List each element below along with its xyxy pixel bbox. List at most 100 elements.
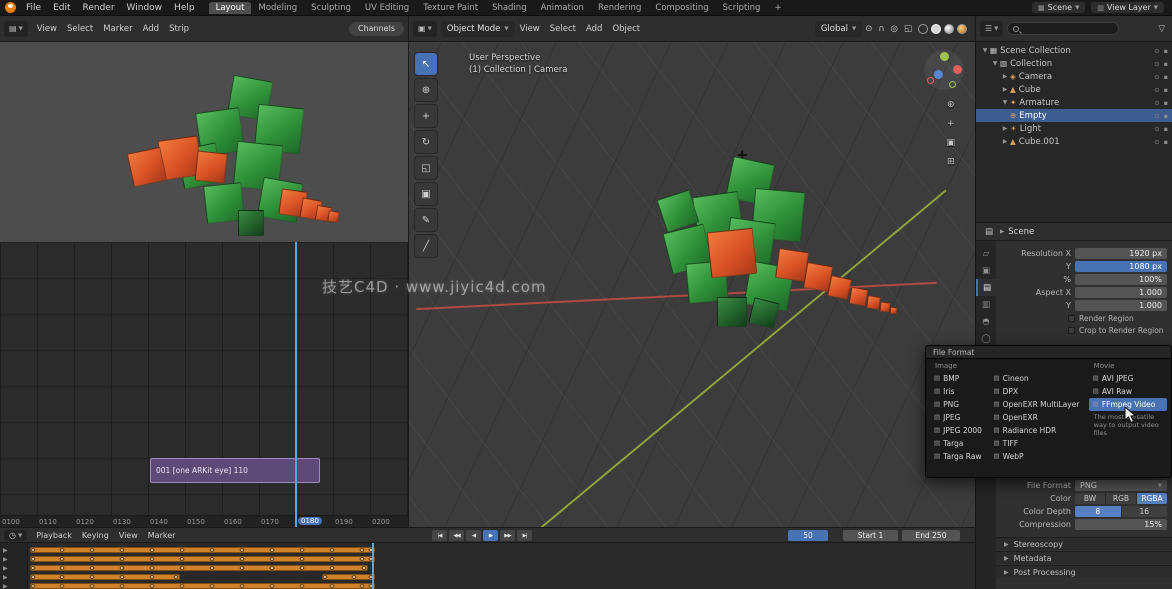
filter-icon[interactable]: ▽ bbox=[1155, 24, 1168, 34]
xray-icon[interactable]: ◱ bbox=[901, 24, 915, 34]
hide-in-viewport-icon[interactable]: ⊙ bbox=[1154, 73, 1159, 81]
keyframe-bar[interactable] bbox=[322, 574, 375, 580]
menu-edit[interactable]: Edit bbox=[47, 0, 76, 16]
disable-in-render-icon[interactable]: ▪ bbox=[1164, 99, 1168, 107]
properties-tab-view-layer[interactable]: ▥ bbox=[976, 296, 996, 313]
view-layer-selector[interactable]: ▥ View Layer ▼ bbox=[1091, 2, 1164, 13]
workspace-tab-uv-editing[interactable]: UV Editing bbox=[358, 2, 416, 14]
panel-stereoscopy[interactable]: ▶Stereoscopy bbox=[996, 537, 1172, 550]
workspace-tab-shading[interactable]: Shading bbox=[485, 2, 534, 14]
editor-type-button[interactable]: ▤ bbox=[982, 227, 996, 237]
ruler-frame-0170[interactable]: 0170 bbox=[261, 518, 279, 526]
panel-post-processing[interactable]: ▶Post Processing bbox=[996, 565, 1172, 578]
navigation-gizmo[interactable] bbox=[924, 50, 964, 90]
viewport-menu-add[interactable]: Add bbox=[581, 16, 607, 42]
ruler-frame-0190[interactable]: 0190 bbox=[335, 518, 353, 526]
keyframe-bar[interactable] bbox=[30, 547, 375, 553]
shading-material-icon[interactable] bbox=[944, 24, 954, 34]
viewport-menu-select[interactable]: Select bbox=[545, 16, 581, 42]
current-frame-field[interactable]: 50 bbox=[788, 530, 828, 541]
ruler-frame-0150[interactable]: 0150 bbox=[187, 518, 205, 526]
mode-selector[interactable]: Object Mode ▼ bbox=[441, 21, 515, 37]
workspace-tab-scripting[interactable]: Scripting bbox=[716, 2, 768, 14]
outliner-row-armature[interactable]: ▼✦Armature⊙▪ bbox=[976, 96, 1172, 109]
channels-button[interactable]: Channels bbox=[349, 22, 404, 36]
outliner-row-cube[interactable]: ▶▲Cube⊙▪ bbox=[976, 83, 1172, 96]
hide-in-viewport-icon[interactable]: ⊙ bbox=[1154, 125, 1159, 133]
disable-in-render-icon[interactable]: ▪ bbox=[1164, 125, 1168, 133]
depth-8-button[interactable]: 8 bbox=[1075, 506, 1122, 517]
workspace-tab-layout[interactable]: Layout bbox=[209, 2, 252, 14]
sequencer-menu-select[interactable]: Select bbox=[62, 16, 98, 42]
disable-in-render-icon[interactable]: ▪ bbox=[1164, 86, 1168, 94]
axis-x-neg-dot[interactable] bbox=[927, 77, 934, 84]
format-targa-raw[interactable]: ▤Targa Raw bbox=[930, 450, 990, 463]
prev-keyframe-button[interactable]: ◀◀ bbox=[449, 530, 464, 541]
playhead[interactable] bbox=[372, 543, 374, 589]
color-bw-button[interactable]: BW bbox=[1075, 493, 1106, 504]
workspace-tab-item[interactable]: + bbox=[767, 2, 788, 14]
ruler-frame-0180[interactable]: 0180 bbox=[298, 517, 322, 525]
aspect-x-field[interactable]: 1.000 bbox=[1075, 287, 1167, 298]
timeline-menu-view[interactable]: View bbox=[114, 528, 143, 543]
hide-in-viewport-icon[interactable]: ⊙ bbox=[1154, 138, 1159, 146]
timeline-menu-keying[interactable]: Keying bbox=[77, 528, 114, 543]
frame-end-field[interactable]: End 250 bbox=[902, 530, 960, 541]
overlays-icon[interactable]: ◎ bbox=[888, 24, 901, 34]
channel-expand-icon[interactable]: ▶ bbox=[3, 583, 8, 589]
disable-in-render-icon[interactable]: ▪ bbox=[1164, 138, 1168, 146]
tool-move[interactable]: + bbox=[414, 104, 438, 128]
frame-start-field[interactable]: Start 1 bbox=[843, 530, 898, 541]
expand-arrow-icon[interactable]: ▶ bbox=[1000, 86, 1010, 93]
shading-wireframe-icon[interactable] bbox=[918, 24, 928, 34]
properties-tab-render[interactable]: ▣ bbox=[976, 262, 996, 279]
resolution-x-field[interactable]: 1920 px bbox=[1075, 248, 1167, 259]
ruler-frame-0110[interactable]: 0110 bbox=[39, 518, 57, 526]
format-webp[interactable]: ▤WebP bbox=[990, 450, 1089, 463]
axis-x-dot[interactable] bbox=[953, 65, 962, 74]
ruler-frame-0100[interactable]: 0100 bbox=[2, 518, 20, 526]
menu-render[interactable]: Render bbox=[77, 0, 121, 16]
ruler-frame-0120[interactable]: 0120 bbox=[76, 518, 94, 526]
format-openexr-multilayer[interactable]: ▤OpenEXR MultiLayer bbox=[990, 398, 1089, 411]
sequencer-menu-marker[interactable]: Marker bbox=[98, 16, 137, 42]
viewport-menu-object[interactable]: Object bbox=[607, 16, 645, 42]
editor-type-button[interactable]: ▣ ▼ bbox=[413, 21, 437, 37]
format-avi-jpeg[interactable]: ▤AVI JPEG bbox=[1089, 372, 1167, 385]
outliner-row-empty[interactable]: ⊕Empty⊙▪ bbox=[976, 109, 1172, 122]
depth-16-button[interactable]: 16 bbox=[1122, 506, 1168, 517]
keyframe-bar[interactable] bbox=[30, 574, 180, 580]
format-openexr[interactable]: ▤OpenEXR bbox=[990, 411, 1089, 424]
keyframe-bar[interactable] bbox=[30, 583, 375, 589]
format-cineon[interactable]: ▤Cineon bbox=[990, 372, 1089, 385]
tool-measure[interactable]: ╱ bbox=[414, 234, 438, 258]
tool-select-box[interactable]: ↖ bbox=[414, 52, 438, 76]
keyframe-bar[interactable] bbox=[30, 556, 375, 562]
y-field[interactable]: 1080 px bbox=[1075, 261, 1167, 272]
play-reverse-button[interactable]: ◀ bbox=[466, 530, 481, 541]
ruler-frame-0160[interactable]: 0160 bbox=[224, 518, 242, 526]
hide-in-viewport-icon[interactable]: ⊙ bbox=[1154, 99, 1159, 107]
outliner-row-scene-collection[interactable]: ▼▦Scene Collection⊙▪ bbox=[976, 44, 1172, 57]
next-keyframe-button[interactable]: ▶▶ bbox=[500, 530, 515, 541]
shading-solid-icon[interactable] bbox=[931, 24, 941, 34]
workspace-tab-rendering[interactable]: Rendering bbox=[591, 2, 648, 14]
channel-expand-icon[interactable]: ▶ bbox=[3, 574, 8, 581]
jump-to-end-button[interactable]: ▶| bbox=[517, 530, 532, 541]
file-format-dropdown[interactable]: PNG ▼ bbox=[1075, 480, 1167, 491]
axis-y-dot[interactable] bbox=[940, 52, 949, 61]
panel-metadata[interactable]: ▶Metadata bbox=[996, 551, 1172, 564]
format-targa[interactable]: ▤Targa bbox=[930, 437, 990, 450]
color-rgb-button[interactable]: RGB bbox=[1106, 493, 1137, 504]
tool-scale[interactable]: ◱ bbox=[414, 156, 438, 180]
y-field[interactable]: 1.000 bbox=[1075, 300, 1167, 311]
outliner-row-light[interactable]: ▶☀Light⊙▪ bbox=[976, 122, 1172, 135]
expand-arrow-icon[interactable]: ▶ bbox=[1000, 73, 1010, 80]
format-iris[interactable]: ▤Iris bbox=[930, 385, 990, 398]
workspace-tab-sculpting[interactable]: Sculpting bbox=[304, 2, 358, 14]
expand-arrow-icon[interactable]: ▶ bbox=[1000, 138, 1010, 145]
hide-in-viewport-icon[interactable]: ⊙ bbox=[1154, 47, 1159, 55]
menu-window[interactable]: Window bbox=[121, 0, 169, 16]
checkbox[interactable] bbox=[1068, 315, 1075, 322]
item-field[interactable]: 100% bbox=[1075, 274, 1167, 285]
